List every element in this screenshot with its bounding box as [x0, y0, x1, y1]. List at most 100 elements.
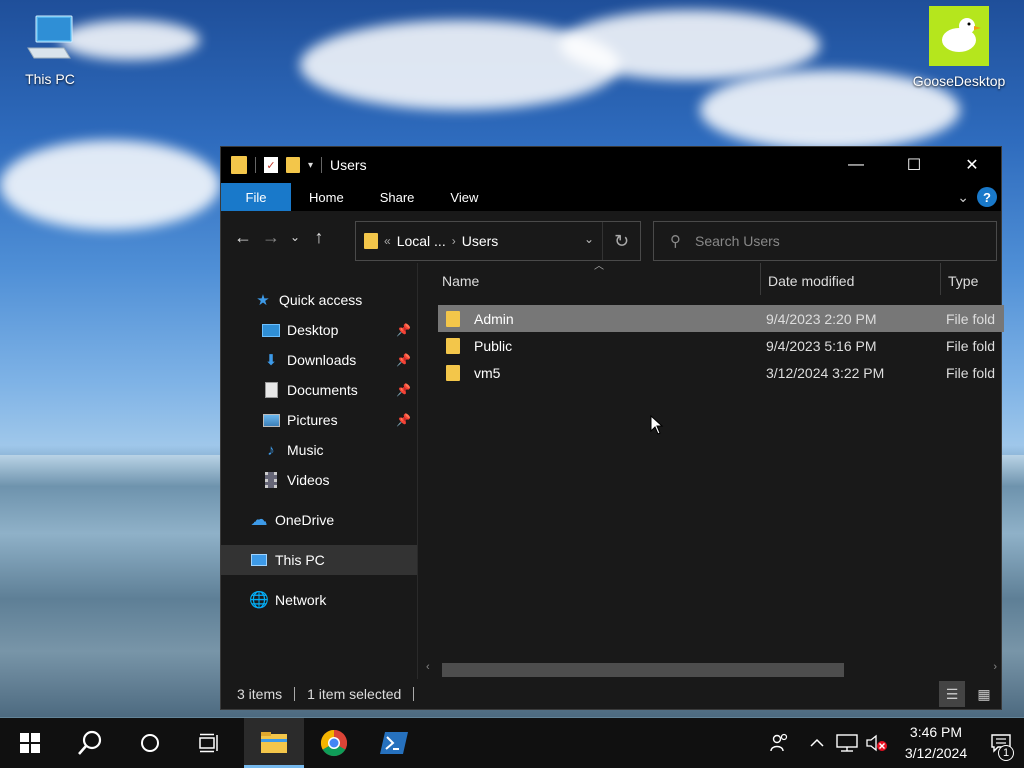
- nav-item-music[interactable]: ♪ Music: [221, 435, 417, 465]
- selection-count: 1 item selected: [307, 686, 402, 702]
- nav-item-label: Documents: [287, 382, 358, 398]
- taskbar-chrome[interactable]: [304, 718, 364, 768]
- address-bar[interactable]: « Local ... › Users ⌄ ↻: [355, 221, 641, 261]
- up-arrow-icon[interactable]: ↑: [305, 223, 333, 251]
- network-icon: 🌐: [249, 592, 269, 609]
- scroll-left-arrow-icon[interactable]: ‹: [426, 661, 430, 673]
- column-header-date[interactable]: Date modified: [768, 273, 854, 289]
- search-button[interactable]: [60, 718, 120, 768]
- ribbon-tabs: File Home Share View ⌄ ?: [221, 183, 1001, 211]
- cortana-circle-icon: [141, 734, 159, 752]
- maximize-button[interactable]: ☐: [885, 147, 943, 183]
- details-view-icon[interactable]: ☰: [939, 681, 965, 707]
- nav-item-label: Network: [275, 592, 327, 608]
- task-view-button[interactable]: [180, 718, 240, 768]
- desktop-icon-this-pc[interactable]: This PC: [0, 12, 100, 87]
- tab-view[interactable]: View: [432, 183, 496, 211]
- file-name: vm5: [474, 364, 501, 381]
- desktop-icon-label: GooseDesktop: [912, 73, 1006, 89]
- file-row-public[interactable]: Public 9/4/2023 5:16 PM File fold: [438, 332, 1004, 359]
- horizontal-scrollbar[interactable]: ‹ ›: [424, 659, 1001, 679]
- task-view-icon: [199, 733, 218, 753]
- breadcrumb-users[interactable]: Users: [462, 233, 499, 249]
- pin-icon[interactable]: 📌: [396, 383, 411, 397]
- search-icon: [78, 730, 102, 755]
- taskbar-powershell[interactable]: [364, 718, 424, 768]
- file-explorer-window: ✓ ▾ Users — ☐ ✕ File Home Share View ⌄ ?…: [220, 146, 1004, 710]
- column-header-name[interactable]: Name: [442, 273, 479, 289]
- goose-icon: [929, 6, 989, 66]
- taskbar-file-explorer[interactable]: [244, 718, 304, 768]
- volume-muted-icon[interactable]: [862, 734, 892, 752]
- new-folder-icon[interactable]: [286, 157, 300, 173]
- video-icon: [261, 472, 281, 488]
- nav-item-documents[interactable]: Documents 📌: [221, 375, 417, 405]
- mouse-cursor-icon: [650, 414, 664, 438]
- folder-icon: [231, 156, 247, 174]
- folder-icon: [446, 364, 460, 381]
- breadcrumb-local[interactable]: Local ...: [397, 233, 446, 249]
- nav-item-downloads[interactable]: ⬇ Downloads 📌: [221, 345, 417, 375]
- help-icon[interactable]: ?: [977, 187, 997, 207]
- folder-icon: [446, 310, 460, 327]
- picture-icon: [261, 413, 281, 427]
- nav-item-label: This PC: [275, 552, 325, 568]
- computer-icon: [249, 554, 269, 566]
- overflow-crumb[interactable]: «: [384, 234, 391, 248]
- nav-item-videos[interactable]: Videos: [221, 465, 417, 495]
- properties-icon[interactable]: ✓: [264, 157, 278, 173]
- nav-item-this-pc[interactable]: This PC: [221, 545, 417, 575]
- tab-home[interactable]: Home: [291, 183, 362, 211]
- file-type: File fold: [946, 310, 996, 327]
- expand-ribbon-chevron-icon[interactable]: ⌄: [957, 189, 969, 206]
- clock[interactable]: 3:46 PM 3/12/2024: [894, 722, 978, 764]
- close-button[interactable]: ✕: [943, 147, 1001, 183]
- divider: [294, 687, 296, 701]
- file-type: File fold: [946, 337, 996, 354]
- column-separator[interactable]: [760, 263, 761, 295]
- network-status-icon[interactable]: [832, 734, 862, 752]
- refresh-icon[interactable]: ↻: [602, 222, 640, 260]
- file-name: Admin: [474, 310, 514, 327]
- pin-icon[interactable]: 📌: [396, 353, 411, 367]
- column-header-type[interactable]: Type: [948, 273, 978, 289]
- computer-icon: [27, 15, 73, 59]
- pin-icon[interactable]: 📌: [396, 323, 411, 337]
- column-separator[interactable]: [940, 263, 941, 295]
- nav-item-network[interactable]: 🌐 Network: [221, 585, 417, 615]
- people-icon[interactable]: [764, 733, 794, 753]
- file-explorer-icon: [261, 732, 287, 753]
- recent-locations-chevron-icon[interactable]: ⌄: [285, 223, 305, 251]
- nav-item-pictures[interactable]: Pictures 📌: [221, 405, 417, 435]
- address-dropdown-chevron-icon[interactable]: ⌄: [584, 232, 594, 246]
- minimize-button[interactable]: —: [827, 147, 885, 183]
- customize-toolbar-chevron-icon[interactable]: ▾: [308, 160, 313, 171]
- pin-icon[interactable]: 📌: [396, 413, 411, 427]
- nav-item-quick-access[interactable]: ★ Quick access: [221, 285, 417, 315]
- scrollbar-thumb[interactable]: [442, 663, 844, 677]
- search-box[interactable]: ⚲ Search Users: [653, 221, 997, 261]
- file-row-vm5[interactable]: vm5 3/12/2024 3:22 PM File fold: [438, 359, 1004, 386]
- cloud: [0, 140, 220, 230]
- clock-date: 3/12/2024: [904, 745, 968, 761]
- quick-access-toolbar: ✓ ▾: [221, 156, 323, 174]
- action-center-icon[interactable]: 1: [978, 733, 1024, 761]
- large-icons-view-icon[interactable]: ▦: [971, 681, 997, 707]
- desktop-icon-goose[interactable]: GooseDesktop: [909, 6, 1009, 89]
- tab-share[interactable]: Share: [362, 183, 433, 211]
- back-arrow-icon[interactable]: ←: [229, 223, 257, 251]
- start-button[interactable]: [0, 718, 60, 768]
- file-row-admin[interactable]: Admin 9/4/2023 2:20 PM File fold: [438, 305, 1004, 332]
- sort-ascending-icon: ︿: [594, 261, 604, 272]
- show-hidden-icons-chevron-icon[interactable]: [802, 738, 832, 748]
- chevron-right-icon[interactable]: ›: [452, 234, 456, 248]
- forward-arrow-icon[interactable]: →: [257, 223, 285, 251]
- nav-item-desktop[interactable]: Desktop 📌: [221, 315, 417, 345]
- title-bar[interactable]: ✓ ▾ Users — ☐ ✕: [221, 147, 1001, 183]
- cortana-button[interactable]: [120, 718, 180, 768]
- nav-item-label: Music: [287, 442, 324, 458]
- scroll-right-arrow-icon[interactable]: ›: [993, 661, 997, 673]
- nav-item-onedrive[interactable]: ☁ OneDrive: [221, 505, 417, 535]
- tab-file[interactable]: File: [221, 183, 291, 211]
- search-placeholder: Search Users: [695, 233, 780, 249]
